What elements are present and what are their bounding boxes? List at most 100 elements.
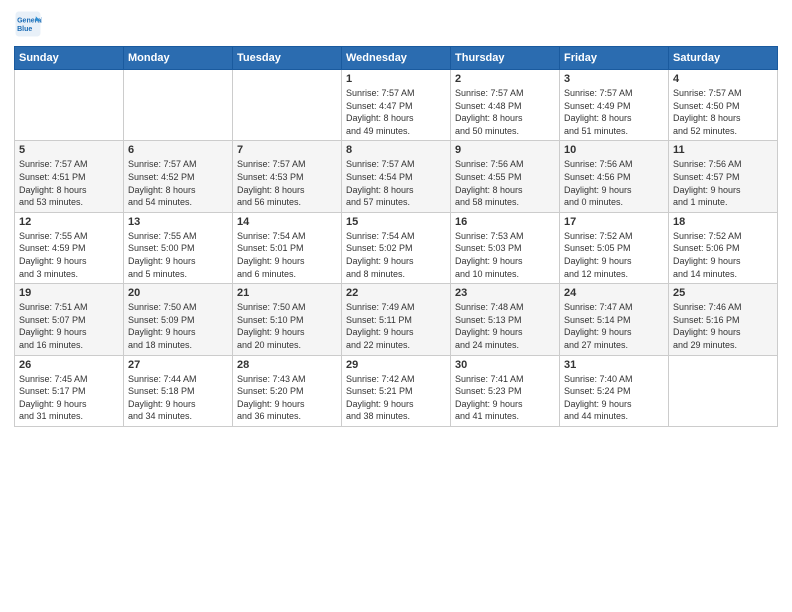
calendar-cell: 22 Sunrise: 7:49 AM Sunset: 5:11 PM Dayli… xyxy=(342,284,451,355)
day-info: Sunrise: 7:55 AM Sunset: 5:00 PM Dayligh… xyxy=(128,230,228,280)
day-number: 12 xyxy=(19,216,119,228)
day-info: Sunrise: 7:45 AM Sunset: 5:17 PM Dayligh… xyxy=(19,373,119,423)
weekday-header: Thursday xyxy=(451,47,560,70)
weekday-header: Friday xyxy=(560,47,669,70)
day-number: 3 xyxy=(564,73,664,85)
day-info: Sunrise: 7:47 AM Sunset: 5:14 PM Dayligh… xyxy=(564,301,664,351)
calendar-cell: 8Sunrise: 7:57 AM Sunset: 4:54 PM Daylig… xyxy=(342,141,451,212)
day-info: Sunrise: 7:40 AM Sunset: 5:24 PM Dayligh… xyxy=(564,373,664,423)
day-info: Sunrise: 7:57 AM Sunset: 4:52 PM Dayligh… xyxy=(128,158,228,208)
day-info: Sunrise: 7:48 AM Sunset: 5:13 PM Dayligh… xyxy=(455,301,555,351)
day-info: Sunrise: 7:57 AM Sunset: 4:53 PM Dayligh… xyxy=(237,158,337,208)
day-info: Sunrise: 7:57 AM Sunset: 4:48 PM Dayligh… xyxy=(455,87,555,137)
day-number: 1 xyxy=(346,73,446,85)
day-number: 13 xyxy=(128,216,228,228)
calendar-table: SundayMondayTuesdayWednesdayThursdayFrid… xyxy=(14,46,778,427)
calendar-cell: 5 Sunrise: 7:57 AM Sunset: 4:51 PM Daylig… xyxy=(15,141,124,212)
calendar-cell: 26 Sunrise: 7:45 AM Sunset: 5:17 PM Dayli… xyxy=(15,355,124,426)
day-number: 24 xyxy=(564,287,664,299)
day-number: 16 xyxy=(455,216,555,228)
day-info: Sunrise: 7:50 AM Sunset: 5:09 PM Dayligh… xyxy=(128,301,228,351)
calendar-week-row: 12 Sunrise: 7:55 AM Sunset: 4:59 PM Dayli… xyxy=(15,212,778,283)
calendar-cell: 21Sunrise: 7:50 AM Sunset: 5:10 PM Dayli… xyxy=(233,284,342,355)
calendar-cell: 9Sunrise: 7:56 AM Sunset: 4:55 PM Daylig… xyxy=(451,141,560,212)
calendar-cell: 20 Sunrise: 7:50 AM Sunset: 5:09 PM Dayli… xyxy=(124,284,233,355)
calendar-cell: 10Sunrise: 7:56 AM Sunset: 4:56 PM Dayli… xyxy=(560,141,669,212)
day-info: Sunrise: 7:52 AM Sunset: 5:06 PM Dayligh… xyxy=(673,230,773,280)
calendar-cell: 7 Sunrise: 7:57 AM Sunset: 4:53 PM Daylig… xyxy=(233,141,342,212)
day-info: Sunrise: 7:55 AM Sunset: 4:59 PM Dayligh… xyxy=(19,230,119,280)
calendar-week-row: 19 Sunrise: 7:51 AM Sunset: 5:07 PM Dayli… xyxy=(15,284,778,355)
day-info: Sunrise: 7:54 AM Sunset: 5:01 PM Dayligh… xyxy=(237,230,337,280)
calendar-cell: 14 Sunrise: 7:54 AM Sunset: 5:01 PM Dayli… xyxy=(233,212,342,283)
day-info: Sunrise: 7:57 AM Sunset: 4:49 PM Dayligh… xyxy=(564,87,664,137)
day-info: Sunrise: 7:41 AM Sunset: 5:23 PM Dayligh… xyxy=(455,373,555,423)
day-number: 23 xyxy=(455,287,555,299)
calendar-cell: 1 Sunrise: 7:57 AM Sunset: 4:47 PM Daylig… xyxy=(342,70,451,141)
svg-text:Blue: Blue xyxy=(17,26,32,33)
day-number: 4 xyxy=(673,73,773,85)
calendar-cell: 28 Sunrise: 7:43 AM Sunset: 5:20 PM Dayli… xyxy=(233,355,342,426)
day-number: 27 xyxy=(128,359,228,371)
day-info: Sunrise: 7:54 AM Sunset: 5:02 PM Dayligh… xyxy=(346,230,446,280)
day-number: 30 xyxy=(455,359,555,371)
weekday-header: Sunday xyxy=(15,47,124,70)
day-number: 15 xyxy=(346,216,446,228)
logo-icon: General Blue xyxy=(14,10,42,38)
day-number: 17 xyxy=(564,216,664,228)
day-info: Sunrise: 7:52 AM Sunset: 5:05 PM Dayligh… xyxy=(564,230,664,280)
day-info: Sunrise: 7:50 AM Sunset: 5:10 PM Dayligh… xyxy=(237,301,337,351)
day-number: 28 xyxy=(237,359,337,371)
day-info: Sunrise: 7:51 AM Sunset: 5:07 PM Dayligh… xyxy=(19,301,119,351)
day-number: 10 xyxy=(564,144,664,156)
day-number: 7 xyxy=(237,144,337,156)
day-number: 18 xyxy=(673,216,773,228)
calendar-cell xyxy=(15,70,124,141)
weekday-header-row: SundayMondayTuesdayWednesdayThursdayFrid… xyxy=(15,47,778,70)
calendar-cell: 15 Sunrise: 7:54 AM Sunset: 5:02 PM Dayli… xyxy=(342,212,451,283)
calendar-cell: 6 Sunrise: 7:57 AM Sunset: 4:52 PM Daylig… xyxy=(124,141,233,212)
calendar-week-row: 1 Sunrise: 7:57 AM Sunset: 4:47 PM Daylig… xyxy=(15,70,778,141)
day-number: 14 xyxy=(237,216,337,228)
header: General Blue xyxy=(14,10,778,38)
calendar-cell: 3 Sunrise: 7:57 AM Sunset: 4:49 PM Daylig… xyxy=(560,70,669,141)
day-info: Sunrise: 7:53 AM Sunset: 5:03 PM Dayligh… xyxy=(455,230,555,280)
day-info: Sunrise: 7:49 AM Sunset: 5:11 PM Dayligh… xyxy=(346,301,446,351)
calendar-cell: 12 Sunrise: 7:55 AM Sunset: 4:59 PM Dayli… xyxy=(15,212,124,283)
calendar-cell: 30 Sunrise: 7:41 AM Sunset: 5:23 PM Dayli… xyxy=(451,355,560,426)
calendar-week-row: 26 Sunrise: 7:45 AM Sunset: 5:17 PM Dayli… xyxy=(15,355,778,426)
calendar-week-row: 5 Sunrise: 7:57 AM Sunset: 4:51 PM Daylig… xyxy=(15,141,778,212)
calendar-cell: 25 Sunrise: 7:46 AM Sunset: 5:16 PM Dayli… xyxy=(669,284,778,355)
day-info: Sunrise: 7:56 AM Sunset: 4:55 PM Dayligh… xyxy=(455,158,555,208)
calendar-cell: 16 Sunrise: 7:53 AM Sunset: 5:03 PM Dayli… xyxy=(451,212,560,283)
day-info: Sunrise: 7:46 AM Sunset: 5:16 PM Dayligh… xyxy=(673,301,773,351)
day-number: 6 xyxy=(128,144,228,156)
day-number: 31 xyxy=(564,359,664,371)
calendar-cell: 18 Sunrise: 7:52 AM Sunset: 5:06 PM Dayli… xyxy=(669,212,778,283)
day-number: 29 xyxy=(346,359,446,371)
day-number: 19 xyxy=(19,287,119,299)
day-number: 2 xyxy=(455,73,555,85)
calendar-cell: 19 Sunrise: 7:51 AM Sunset: 5:07 PM Dayli… xyxy=(15,284,124,355)
page: General Blue SundayMondayTuesdayWednesda… xyxy=(0,0,792,612)
day-info: Sunrise: 7:57 AM Sunset: 4:50 PM Dayligh… xyxy=(673,87,773,137)
calendar-cell: 4 Sunrise: 7:57 AM Sunset: 4:50 PM Daylig… xyxy=(669,70,778,141)
day-info: Sunrise: 7:57 AM Sunset: 4:51 PM Dayligh… xyxy=(19,158,119,208)
day-number: 5 xyxy=(19,144,119,156)
day-info: Sunrise: 7:43 AM Sunset: 5:20 PM Dayligh… xyxy=(237,373,337,423)
day-number: 20 xyxy=(128,287,228,299)
calendar-cell xyxy=(124,70,233,141)
logo: General Blue xyxy=(14,10,46,38)
calendar-cell: 31 Sunrise: 7:40 AM Sunset: 5:24 PM Dayli… xyxy=(560,355,669,426)
day-number: 25 xyxy=(673,287,773,299)
weekday-header: Tuesday xyxy=(233,47,342,70)
calendar-cell: 23 Sunrise: 7:48 AM Sunset: 5:13 PM Dayli… xyxy=(451,284,560,355)
calendar-cell xyxy=(669,355,778,426)
day-info: Sunrise: 7:57 AM Sunset: 4:47 PM Dayligh… xyxy=(346,87,446,137)
calendar-cell: 17 Sunrise: 7:52 AM Sunset: 5:05 PM Dayli… xyxy=(560,212,669,283)
day-number: 26 xyxy=(19,359,119,371)
calendar-cell xyxy=(233,70,342,141)
day-number: 22 xyxy=(346,287,446,299)
day-info: Sunrise: 7:56 AM Sunset: 4:57 PM Dayligh… xyxy=(673,158,773,208)
calendar-cell: 13 Sunrise: 7:55 AM Sunset: 5:00 PM Dayli… xyxy=(124,212,233,283)
